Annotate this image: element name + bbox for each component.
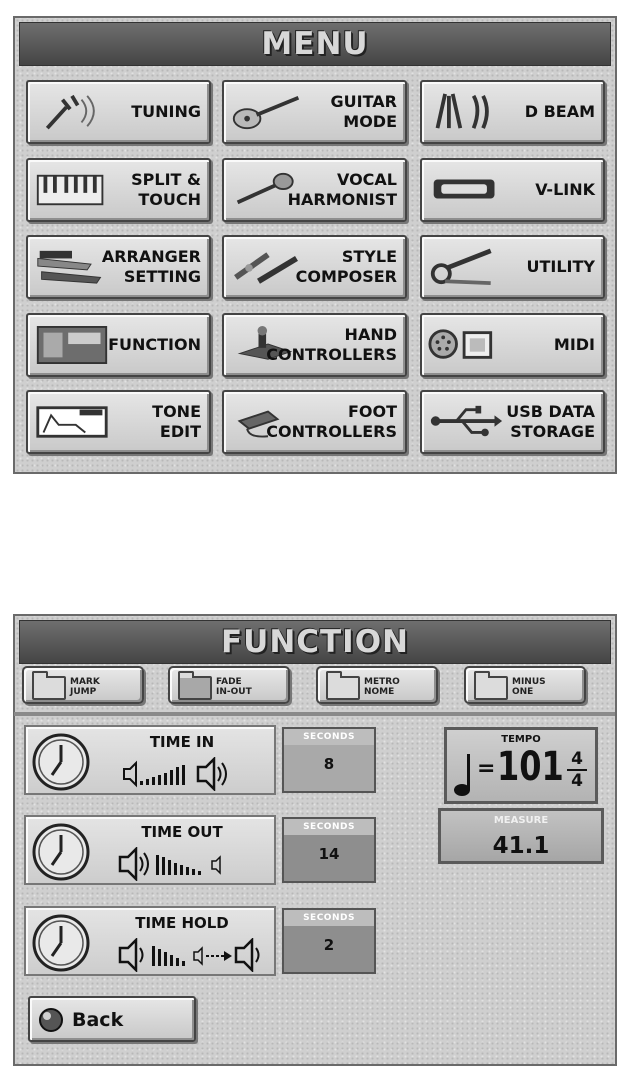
time-out-value: 14 [318,845,340,863]
function-button[interactable]: FUNCTION [26,313,211,377]
time-in-panel: TIME IN [24,725,276,795]
tone-edit-label: TONE EDIT [152,402,201,441]
fade-hold-speaker-icon [118,938,260,972]
d-beam-label: D BEAM [524,102,595,121]
function-label: FUNCTION [108,335,201,354]
tempo-value: 101 [497,744,564,790]
arranger-setting-button[interactable]: ARRANGER SETTING [26,235,211,299]
clock-icon [32,733,90,791]
time-hold-label: TIME HOLD [135,914,229,932]
arranger-setting-label: ARRANGER SETTING [101,247,201,286]
usb-data-storage-label: USB DATA STORAGE [506,402,595,441]
seconds-unit-label: SECONDS [284,910,374,926]
tab-separator [14,712,615,716]
time-signature: 4 4 [567,750,587,790]
vocal-harmonist-button[interactable]: VOCAL HARMONIST [222,158,407,222]
midi-button[interactable]: MIDI [420,313,605,377]
style-composer-button[interactable]: STYLE COMPOSER [222,235,407,299]
tab-mark-jump[interactable]: MARK JUMP [22,666,144,704]
time-hold-panel: TIME HOLD [24,906,276,976]
v-link-label: V-LINK [535,180,595,199]
tuning-button[interactable]: TUNING [26,80,211,144]
foot-controllers-button[interactable]: FOOT CONTROLLERS [222,390,407,454]
guitar-mode-label: GUITAR MODE [330,92,397,131]
seconds-unit-label: SECONDS [284,819,374,835]
tab-fade-in-out[interactable]: FADE IN-OUT [168,666,290,704]
d-beam-button[interactable]: D BEAM [420,80,605,144]
tempo-equals: = [477,756,496,781]
utility-label: UTILITY [526,257,595,276]
foot-controllers-label: FOOT CONTROLLERS [266,402,397,441]
time-out-panel: TIME OUT [24,815,276,885]
split-touch-button[interactable]: SPLIT & TOUCH [26,158,211,222]
hand-controllers-label: HAND CONTROLLERS [266,325,397,364]
function-title: FUNCTION [220,624,410,660]
tempo-display: TEMPO = 101 4 4 [444,727,598,804]
folder-icon [178,671,212,700]
folder-icon [326,671,360,700]
quarter-note-icon [454,754,470,796]
back-button[interactable]: Back [28,996,196,1042]
back-ball-icon [39,1008,63,1032]
hand-controllers-button[interactable]: HAND CONTROLLERS [222,313,407,377]
split-touch-label: SPLIT & TOUCH [131,170,201,209]
v-link-button[interactable]: V-LINK [420,158,605,222]
folder-icon [32,671,66,700]
time-out-seconds-box[interactable]: SECONDS 14 [282,817,376,883]
time-out-label: TIME OUT [141,823,223,841]
seconds-unit-label: SECONDS [284,729,374,745]
usb-data-storage-button[interactable]: USB DATA STORAGE [420,390,605,454]
back-label: Back [72,1009,124,1031]
time-in-label: TIME IN [149,733,215,751]
measure-value: 41.1 [492,833,550,859]
folder-icon [474,671,508,700]
time-hold-seconds-box[interactable]: SECONDS 2 [282,908,376,974]
fade-out-speaker-icon [118,847,221,881]
clock-icon [32,823,90,881]
menu-title: MENU [261,26,369,62]
guitar-mode-button[interactable]: GUITAR MODE [222,80,407,144]
vocal-harmonist-label: VOCAL HARMONIST [287,170,397,209]
tuning-label: TUNING [131,102,201,121]
time-hold-value: 2 [323,936,335,954]
midi-label: MIDI [553,335,595,354]
time-in-value: 8 [323,755,335,773]
measure-display: MEASURE 41.1 [438,808,604,864]
tone-edit-button[interactable]: TONE EDIT [26,390,211,454]
tab-metronome[interactable]: METRO NOME [316,666,438,704]
function-title-bar: FUNCTION [19,620,611,664]
style-composer-label: STYLE COMPOSER [295,247,397,286]
tab-minus-one[interactable]: MINUS ONE [464,666,586,704]
utility-button[interactable]: UTILITY [420,235,605,299]
fade-in-speaker-icon [123,757,227,791]
measure-label: MEASURE [493,815,549,826]
time-in-seconds-box[interactable]: SECONDS 8 [282,727,376,793]
clock-icon [32,914,90,972]
menu-title-bar: MENU [19,22,611,66]
